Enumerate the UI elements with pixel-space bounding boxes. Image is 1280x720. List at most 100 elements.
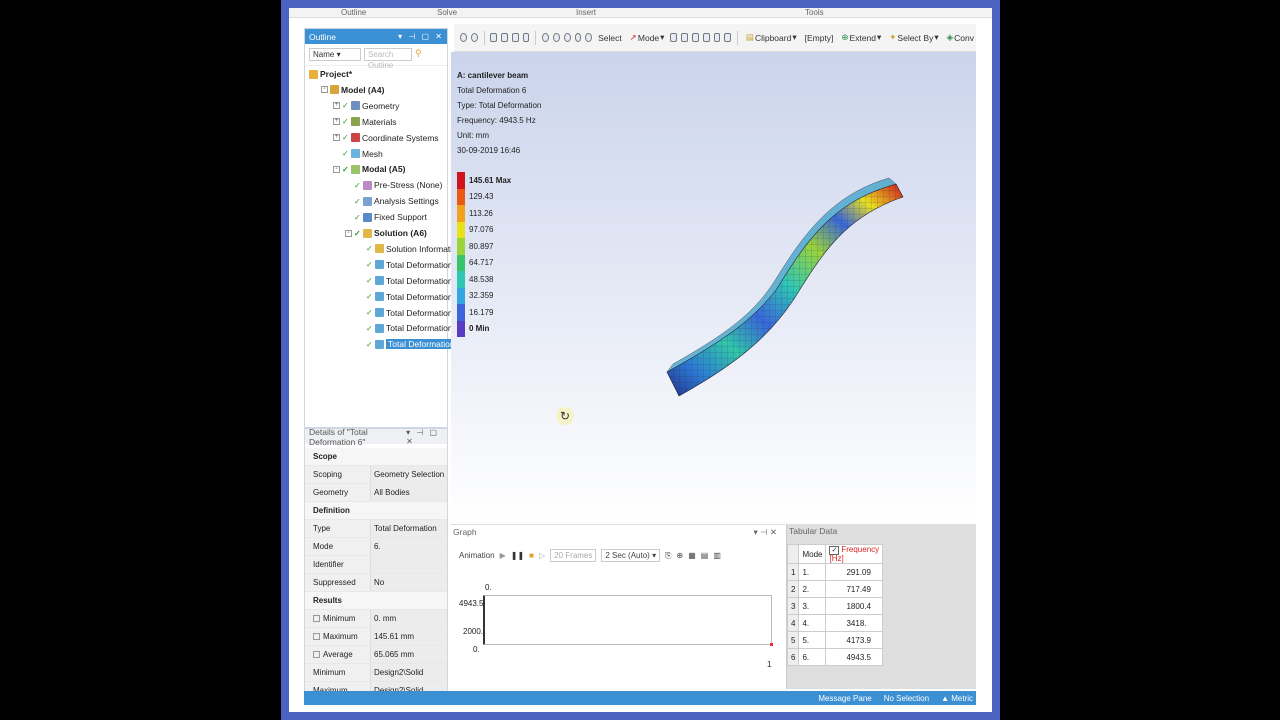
parameter-checkbox[interactable] <box>313 615 320 622</box>
details-row[interactable]: Type Total Deformation <box>305 520 447 538</box>
tree-item[interactable]: ✓ Fixed Support <box>345 210 427 224</box>
property-value[interactable]: 6. <box>371 538 447 555</box>
tree-item[interactable]: ✓ Total Deformation 5 <box>357 321 460 335</box>
select-node-icon[interactable] <box>713 33 721 42</box>
zoom-out-icon[interactable] <box>585 33 593 42</box>
details-row[interactable]: Average 65.065 mm <box>305 646 447 664</box>
filter-icon[interactable]: ⚲ <box>415 48 422 61</box>
rotate-icon[interactable] <box>542 33 549 42</box>
pane-controls[interactable]: ▾ ⊣ ✕ <box>753 525 777 540</box>
frames-select[interactable]: 20 Frames <box>550 549 597 562</box>
parameter-checkbox[interactable] <box>313 633 320 640</box>
edge-select-icon[interactable] <box>501 33 508 42</box>
tree-item[interactable]: - Model (A4) <box>321 83 384 97</box>
body-select-icon[interactable] <box>522 33 530 42</box>
table-row[interactable]: 1 1. 291.09 <box>786 563 884 581</box>
select-edge-icon[interactable] <box>681 33 689 42</box>
tab-tools[interactable]: Tools <box>805 8 824 17</box>
parameter-checkbox[interactable] <box>313 651 320 658</box>
property-value[interactable] <box>371 556 447 573</box>
table-row[interactable]: 4 4. 3418. <box>786 614 884 632</box>
name-filter-select[interactable]: Name ▾ <box>309 48 361 61</box>
details-section-header[interactable]: Scope <box>305 448 447 466</box>
distributed-icon[interactable]: ▦ <box>688 551 696 560</box>
property-value[interactable]: All Bodies <box>371 484 447 501</box>
tree-item[interactable]: ✓ Solution Information <box>357 242 462 256</box>
message-pane-link[interactable]: Message Pane <box>818 694 871 703</box>
collapse-icon[interactable]: - <box>321 86 328 94</box>
clipboard-button[interactable]: ▤ Clipboard ▾ <box>744 31 799 44</box>
stop-icon[interactable]: ■ <box>529 551 534 560</box>
zoom-box-icon[interactable] <box>470 33 478 42</box>
tree-item[interactable]: - ✓ Solution (A6) <box>345 226 427 240</box>
frequency-column-header[interactable]: ✓ Frequency [Hz] <box>825 544 884 564</box>
zoom-fit-icon[interactable] <box>460 33 467 42</box>
pan-icon[interactable] <box>552 33 560 42</box>
tree-item[interactable]: ✓ Total Deformation <box>357 258 453 272</box>
units-status[interactable]: ▲ Metric <box>941 694 973 703</box>
property-value[interactable]: Total Deformation <box>371 520 447 537</box>
collapse-icon[interactable]: - <box>345 229 352 237</box>
table-row[interactable]: 6 6. 4943.5 <box>786 648 884 666</box>
zoom-in-icon[interactable] <box>574 33 582 42</box>
mode-column-header[interactable]: Mode <box>798 544 827 564</box>
tree-item[interactable]: + ✓ Geometry <box>333 99 399 113</box>
mode-button[interactable]: ➚ Mode ▾ <box>628 31 667 44</box>
details-row[interactable]: Suppressed No <box>305 574 447 592</box>
select-element-icon[interactable] <box>724 33 732 42</box>
tree-item[interactable]: ✓ Mesh <box>333 147 383 161</box>
tree-item[interactable]: ✓ Total Deformation 2 <box>357 274 460 288</box>
tree-item[interactable]: + ✓ Materials <box>333 115 396 129</box>
table-row[interactable]: 3 3. 1800.4 <box>786 597 884 615</box>
expand-icon[interactable]: + <box>333 102 340 110</box>
details-row[interactable]: Identifier <box>305 556 447 574</box>
expand-icon[interactable]: + <box>333 134 340 142</box>
select-button[interactable]: Select <box>596 32 624 44</box>
collapse-icon[interactable]: - <box>333 165 340 173</box>
table-row[interactable]: 5 5. 4173.9 <box>786 631 884 649</box>
pane-controls[interactable]: ▾ ⊣ ▢ ✕ <box>398 32 444 41</box>
face-select-icon[interactable] <box>511 33 519 42</box>
tree-item[interactable]: ✓ Total Deformation 3 <box>357 290 460 304</box>
tree-item[interactable]: Project* <box>309 67 352 81</box>
result-sets-icon[interactable]: ▤ <box>701 551 709 560</box>
details-row[interactable]: Scoping MethodGeometry Selection <box>305 466 447 496</box>
property-value[interactable]: 65.065 mm <box>371 646 447 663</box>
details-row[interactable]: Mode 6. <box>305 538 447 556</box>
tree-item[interactable]: + ✓ Coordinate Systems <box>333 131 439 145</box>
tree-item[interactable]: ✓ Analysis Settings <box>345 194 439 208</box>
property-value[interactable]: Geometry Selection <box>371 466 447 483</box>
select-face-icon[interactable] <box>692 33 699 42</box>
zoom-icon[interactable] <box>563 33 571 42</box>
tab-solve[interactable]: Solve <box>437 8 457 17</box>
pane-controls[interactable]: ▾ ⊣ ▢ ✕ <box>406 429 444 446</box>
tree-item[interactable]: ✓ Total Deformation 4 <box>357 306 460 320</box>
details-section-header[interactable]: Results <box>305 592 447 610</box>
tree-item[interactable]: ✓ Pre-Stress (None) <box>345 178 443 192</box>
select-vertex-icon[interactable] <box>670 33 678 42</box>
details-row[interactable]: Geometry All Bodies <box>305 484 447 502</box>
select-by-button[interactable]: ✦ Select By ▾ <box>887 31 940 44</box>
play-icon[interactable]: ▶ <box>500 551 506 560</box>
property-value[interactable]: 145.61 mm <box>371 628 447 645</box>
tab-outline[interactable]: Outline <box>341 8 366 17</box>
details-section-header[interactable]: Definition <box>305 502 447 520</box>
export-video-icon[interactable]: ▥ <box>713 551 721 560</box>
convert-button[interactable]: ◈ Conv <box>945 31 976 44</box>
property-value[interactable]: 0. mm <box>371 610 447 627</box>
tab-insert[interactable]: Insert <box>576 8 596 17</box>
next-frame-icon[interactable]: ▷ <box>539 551 545 560</box>
details-row[interactable]: Minimum 0. mm <box>305 610 447 628</box>
frequency-plot[interactable] <box>483 595 773 646</box>
vertex-select-icon[interactable] <box>490 33 498 42</box>
property-value[interactable]: No <box>371 574 447 591</box>
outline-search-input[interactable]: Search Outline <box>364 48 412 70</box>
duration-select[interactable]: 2 Sec (Auto) ▾ <box>601 549 661 562</box>
tree-item[interactable]: - ✓ Modal (A5) <box>333 162 405 176</box>
select-body-icon[interactable] <box>702 33 710 42</box>
details-row[interactable]: Minimum Occurs OnDesign2\Solid <box>305 664 447 694</box>
extend-button[interactable]: ⊕ Extend ▾ <box>839 31 883 44</box>
tree-item[interactable]: ✓ Total Deformation 6 <box>357 337 464 351</box>
table-row[interactable]: 2 2. 717.49 <box>786 580 884 598</box>
details-row[interactable]: Maximum 145.61 mm <box>305 628 447 646</box>
